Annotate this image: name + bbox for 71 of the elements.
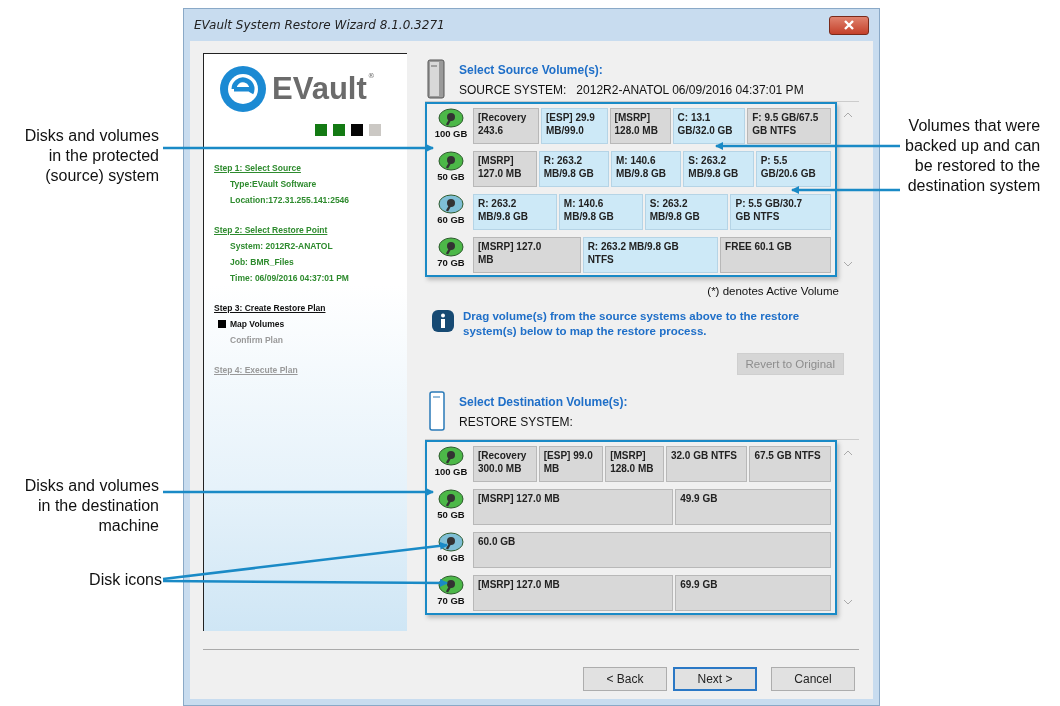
- step-detail: Time: 06/09/2016 04:37:01 PM: [230, 273, 349, 283]
- info-text: Drag volume(s) from the source systems above to the restore system(s) below to map the restore process.: [463, 309, 801, 339]
- section-title: Select Source Volume(s):: [459, 63, 604, 77]
- disk-size: 100 GB: [434, 128, 468, 139]
- volume-tile[interactable]: 60.0 GB: [473, 532, 831, 568]
- volume-tile[interactable]: P: 5.5 GB/30.7 GB NTFS: [730, 194, 831, 230]
- volume-tile[interactable]: C: 13.1 GB/32.0 GB: [672, 108, 746, 144]
- step-link[interactable]: Step 3: Create Restore Plan: [214, 303, 326, 313]
- step-detail: Confirm Plan: [230, 335, 283, 345]
- scroll-up-icon[interactable]: [843, 450, 853, 456]
- volume-tile[interactable]: [ESP] 99.0 MB: [538, 446, 604, 482]
- system-label: RESTORE SYSTEM:: [459, 415, 573, 429]
- callout-text: Volumes that were backed up and can be restored to the destination system: [905, 116, 1041, 196]
- volume-tile[interactable]: R: 263.2 MB/9.8 GB: [538, 151, 609, 187]
- callout-text: Disks and volumes in the destination machine: [24, 476, 159, 536]
- active-volume-note: (*) denotes Active Volume: [707, 285, 839, 297]
- volume-tile[interactable]: 49.9 GB: [675, 489, 831, 525]
- step-link[interactable]: Step 1: Select Source: [214, 163, 301, 173]
- volume-tile[interactable]: [Recovery 300.0 MB: [473, 446, 537, 482]
- volume-tile[interactable]: 67.5 GB NTFS: [749, 446, 832, 482]
- disk-size: 50 GB: [437, 509, 465, 520]
- step-detail: Location:172.31.255.141:2546: [230, 195, 350, 205]
- system-label: SOURCE SYSTEM:: [459, 83, 567, 97]
- scroll-down-icon[interactable]: [843, 599, 853, 605]
- volume-tile[interactable]: S: 263.2 MB/9.8 GB: [644, 194, 729, 230]
- step-detail: Type:EVault Software: [230, 179, 317, 189]
- volume-tile[interactable]: P: 5.5 GB/20.6 GB: [755, 151, 831, 187]
- close-icon: [843, 20, 855, 30]
- volume-tile[interactable]: R: 263.2 MB/9.8 GB NTFS: [582, 237, 719, 273]
- callout-text: Disks and volumes in the protected (source) system: [24, 126, 159, 186]
- wizard-button[interactable]: Next >: [673, 667, 757, 691]
- disk-size: 50 GB: [437, 171, 465, 182]
- wizard-button[interactable]: Cancel: [771, 667, 855, 691]
- disk-size: 70 GB: [437, 595, 465, 606]
- window-title: EVault System Restore Wizard 8.1.0.3271: [194, 18, 445, 32]
- volume-tile[interactable]: [MSRP] 127.0 MB: [473, 237, 581, 273]
- scroll-up-icon[interactable]: [843, 112, 853, 118]
- volume-tile[interactable]: R: 263.2 MB/9.8 GB: [473, 194, 557, 230]
- server-icon: [427, 59, 445, 99]
- volume-tile[interactable]: F: 9.5 GB/67.5 GB NTFS: [747, 108, 831, 144]
- disk-size: 60 GB: [437, 214, 465, 225]
- volume-tile[interactable]: [MSRP] 127.0 MB: [473, 489, 674, 525]
- volume-tile[interactable]: [MSRP] 128.0 MB: [605, 446, 664, 482]
- system-value: 2012R2-ANATOL 06/09/2016 04:37:01 PM: [576, 83, 804, 97]
- server-icon: [429, 391, 445, 431]
- volume-tile[interactable]: [MSRP] 127.0 MB: [473, 151, 537, 187]
- close-button[interactable]: [829, 15, 869, 35]
- wizard-button[interactable]: < Back: [583, 667, 667, 691]
- volume-tile[interactable]: [ESP] 29.9 MB/99.0: [541, 108, 608, 144]
- volume-tile[interactable]: 32.0 GB NTFS: [665, 446, 748, 482]
- callout-text: Disk icons: [89, 570, 162, 590]
- step-detail: Job: BMR_Files: [230, 257, 294, 267]
- volume-tile[interactable]: M: 140.6 MB/9.8 GB: [611, 151, 682, 187]
- volume-tile[interactable]: FREE 60.1 GB: [720, 237, 831, 273]
- volume-tile[interactable]: [MSRP] 128.0 MB: [609, 108, 671, 144]
- disk-size: 70 GB: [437, 257, 465, 268]
- scroll-down-icon[interactable]: [843, 261, 853, 267]
- step-detail: System: 2012R2-ANATOL: [230, 241, 333, 251]
- volume-tile[interactable]: [MSRP] 127.0 MB: [473, 575, 674, 611]
- volume-tile[interactable]: M: 140.6 MB/9.8 GB: [558, 194, 643, 230]
- step-link[interactable]: Step 2: Select Restore Point: [214, 225, 328, 235]
- volume-tile[interactable]: [Recovery 243.6: [473, 108, 539, 144]
- volume-tile[interactable]: 69.9 GB: [675, 575, 831, 611]
- step-detail: Map Volumes: [230, 319, 285, 329]
- section-title: Select Destination Volume(s):: [459, 395, 628, 409]
- logo-text: EVault: [272, 71, 367, 107]
- volume-tile[interactable]: S: 263.2 MB/9.8 GB: [683, 151, 754, 187]
- disk-size: 60 GB: [437, 552, 465, 563]
- info-icon: [431, 309, 455, 333]
- logo-icon: [220, 66, 266, 112]
- disk-size: 100 GB: [434, 466, 468, 477]
